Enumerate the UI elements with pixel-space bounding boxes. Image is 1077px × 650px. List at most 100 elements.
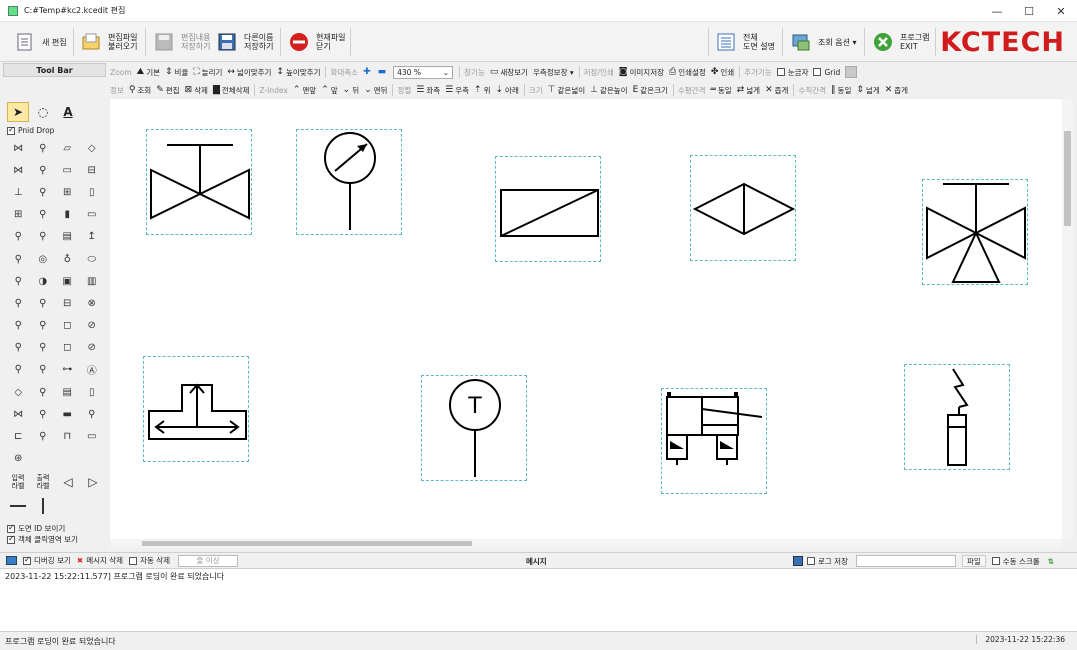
palette-symbol-icon[interactable]: ⚲	[31, 403, 56, 425]
palette-symbol-icon[interactable]: ⚲	[31, 204, 56, 226]
bring-forward-button[interactable]: ⌃ 앞	[321, 85, 337, 96]
delete-button[interactable]: ⊠ 삭제	[185, 85, 208, 96]
palette-symbol-icon[interactable]: ⚲	[31, 137, 56, 159]
palette-symbol-icon[interactable]: ⚲	[6, 337, 31, 359]
print-setup-button[interactable]: ⎙ 인쇄설정	[669, 67, 706, 78]
h-narrower-button[interactable]: ✕ 좁게	[765, 85, 788, 96]
zoom-basic-button[interactable]: ⛰ 기본	[137, 67, 160, 78]
grid-color-swatch[interactable]	[845, 66, 858, 78]
palette-symbol-icon[interactable]: ◑	[31, 270, 56, 292]
delete-all-button[interactable]: ▇ 전체삭제	[213, 85, 250, 96]
palette-symbol-icon[interactable]: ▭	[55, 159, 80, 181]
palette-symbol-icon[interactable]: ◇	[80, 137, 105, 159]
save-button[interactable]: 편집내용 저장하기	[153, 26, 210, 58]
palette-symbol-icon[interactable]: ⊟	[80, 159, 105, 181]
log-save-checkbox[interactable]: 로그 저장	[807, 556, 848, 567]
palette-symbol-icon[interactable]: ⊛	[6, 448, 31, 470]
canvas-horizontal-scrollbar[interactable]	[110, 539, 1062, 548]
symbol-three-way-valve-top[interactable]	[146, 129, 252, 235]
palette-symbol-icon[interactable]: ▤	[55, 226, 80, 248]
palette-symbol-icon[interactable]: ▣	[55, 270, 80, 292]
palette-symbol-icon[interactable]: ⊓	[55, 425, 80, 447]
view-options-button[interactable]: 조회 옵션 ▾	[790, 26, 857, 58]
view-button[interactable]: ⚲ 조회	[129, 85, 151, 96]
symbol-flow-element[interactable]	[495, 156, 601, 262]
palette-symbol-icon[interactable]: ⚲	[31, 425, 56, 447]
exit-button[interactable]: 프로그램 EXIT	[872, 26, 929, 58]
show-click-area-checkbox[interactable]: 객체 클릭영역 보기	[7, 534, 78, 545]
symbol-temperature[interactable]: T	[421, 375, 527, 481]
close-file-button[interactable]: 현재파일 닫기	[288, 26, 345, 58]
palette-symbol-icon[interactable]: ▯	[80, 381, 105, 403]
text-tool[interactable]: A	[57, 102, 79, 122]
palette-symbol-icon[interactable]: ⊘	[80, 337, 105, 359]
palette-symbol-icon[interactable]: ⊞	[6, 204, 31, 226]
zoom-level-select[interactable]: 430 % ⌄	[393, 65, 454, 79]
line-count-input[interactable]: 줄 이상	[178, 554, 239, 567]
palette-symbol-icon[interactable]: ⚲	[31, 337, 56, 359]
palette-symbol-icon[interactable]: ⊞	[55, 181, 80, 203]
palette-symbol-icon[interactable]: ⚲	[6, 292, 31, 314]
palette-symbol-icon[interactable]: ⚲	[6, 226, 31, 248]
print-button[interactable]: ✤ 인쇄	[711, 67, 734, 78]
minimize-button[interactable]: —	[981, 0, 1013, 22]
ruler-checkbox[interactable]: 눈금자	[776, 67, 808, 78]
palette-symbol-icon[interactable]: ⋈	[6, 403, 31, 425]
h-equal-button[interactable]: ═ 동일	[710, 85, 731, 96]
maximize-button[interactable]: ☐	[1013, 0, 1045, 22]
log-file-path-input[interactable]	[855, 555, 956, 567]
triangle-right-tool[interactable]: ▷	[82, 471, 104, 493]
save-as-button[interactable]: 다른이름 저장하기	[216, 26, 273, 58]
palette-symbol-icon[interactable]: ⚲	[31, 159, 56, 181]
full-drawing-button[interactable]: 전체 도면 설명	[715, 26, 775, 58]
fit-height-button[interactable]: ↕ 높이맞추기	[276, 67, 320, 78]
palette-symbol-icon[interactable]: ⚲	[6, 315, 31, 337]
palette-symbol-icon[interactable]: ⊶	[55, 359, 80, 381]
palette-symbol-icon[interactable]: ⊥	[6, 181, 31, 203]
vertical-line-tool[interactable]	[32, 496, 54, 516]
zoom-in-button[interactable]: ✚	[363, 67, 373, 77]
palette-symbol-icon[interactable]: ⋈	[6, 159, 31, 181]
align-right-button[interactable]: ☰ 우측	[445, 85, 469, 96]
image-save-button[interactable]: ◙ 이미지저장	[619, 67, 664, 78]
send-back-button[interactable]: ⌄ 맨뒤	[364, 85, 387, 96]
h-wider-button[interactable]: ⇄ 넓게	[737, 85, 760, 96]
palette-symbol-icon[interactable]: ⋈	[6, 137, 31, 159]
palette-symbol-icon[interactable]: ⊗	[80, 292, 105, 314]
palette-symbol-icon[interactable]: ↥	[80, 226, 105, 248]
palette-symbol-icon[interactable]: ⚲	[31, 381, 56, 403]
zoom-ratio-button[interactable]: ⇕ 비율	[165, 67, 188, 78]
close-window-button[interactable]: ✕	[1045, 0, 1077, 22]
palette-symbol-icon[interactable]: ▭	[80, 425, 105, 447]
symbol-four-way-valve[interactable]	[922, 179, 1028, 285]
v-equal-button[interactable]: ‖ 동일	[831, 85, 851, 96]
symbol-diamond[interactable]	[690, 155, 796, 261]
palette-symbol-icon[interactable]: ⚲	[6, 248, 31, 270]
edit-button[interactable]: ✎ 편집	[156, 85, 179, 96]
same-size-button[interactable]: E 같은크기	[633, 85, 668, 96]
grid-checkbox[interactable]: Grid	[813, 68, 840, 77]
new-window-button[interactable]: ▭ 새창보기	[490, 67, 528, 78]
palette-symbol-icon[interactable]: ⚲	[31, 315, 56, 337]
palette-symbol-icon[interactable]: ⚲	[6, 359, 31, 381]
pnid-drop-checkbox[interactable]: Pnid Drop	[7, 125, 54, 135]
pointer-tool[interactable]: ➤	[7, 102, 29, 122]
log-file-button[interactable]: 파일	[961, 555, 986, 567]
canvas-vertical-scrollbar[interactable]	[1062, 99, 1073, 539]
triangle-left-tool[interactable]: ◁	[57, 471, 79, 493]
palette-symbol-icon[interactable]: ▭	[80, 204, 105, 226]
new-edit-button[interactable]: 새 편집	[14, 26, 67, 58]
right-info-dropdown[interactable]: 우측정보창 ▾	[533, 67, 574, 78]
bring-front-button[interactable]: ⌃ 맨앞	[293, 85, 316, 96]
scroll-arrows-icon[interactable]: ⇅	[1048, 557, 1054, 566]
palette-symbol-icon[interactable]: ▤	[55, 381, 80, 403]
palette-symbol-icon[interactable]: ⊘	[80, 315, 105, 337]
comment-tool[interactable]: ◌	[32, 102, 54, 122]
open-file-button[interactable]: 편집파일 불러오기	[80, 26, 137, 58]
palette-symbol-icon[interactable]: ⚲	[31, 181, 56, 203]
v-wider-button[interactable]: ⇕ 넓게	[856, 85, 879, 96]
palette-symbol-icon[interactable]: ⚲	[31, 359, 56, 381]
palette-symbol-icon[interactable]: ◎	[31, 248, 56, 270]
palette-symbol-icon[interactable]: ⚲	[6, 270, 31, 292]
palette-symbol-icon[interactable]: ◻	[55, 337, 80, 359]
